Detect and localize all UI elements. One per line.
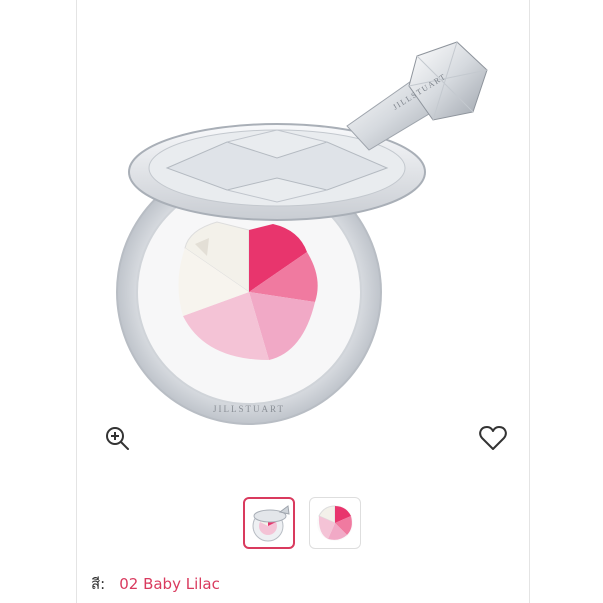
- thumbnail-strip: [243, 497, 361, 549]
- zoom-in-icon: [106, 427, 129, 450]
- product-gallery: JILLSTUART JILLSTUART สี: 02 Baby Lilac: [76, 0, 530, 603]
- color-label: สี:: [91, 575, 106, 593]
- color-selection: สี: 02 Baby Lilac: [91, 572, 220, 596]
- zoom-button[interactable]: [99, 420, 135, 456]
- thumbnail-compact-image: [252, 505, 290, 542]
- thumbnail-palette-closeup[interactable]: [309, 497, 361, 549]
- heart-icon: [479, 426, 507, 450]
- thumbnail-palette-image: [317, 505, 353, 541]
- selected-color-value: 02 Baby Lilac: [119, 575, 220, 593]
- wishlist-button[interactable]: [475, 420, 511, 456]
- compact-brand-text: JILLSTUART: [213, 404, 285, 414]
- gem-handle: JILLSTUART: [346, 41, 488, 151]
- product-image[interactable]: JILLSTUART JILLSTUART: [77, 30, 529, 470]
- thumbnail-compact-open[interactable]: [243, 497, 295, 549]
